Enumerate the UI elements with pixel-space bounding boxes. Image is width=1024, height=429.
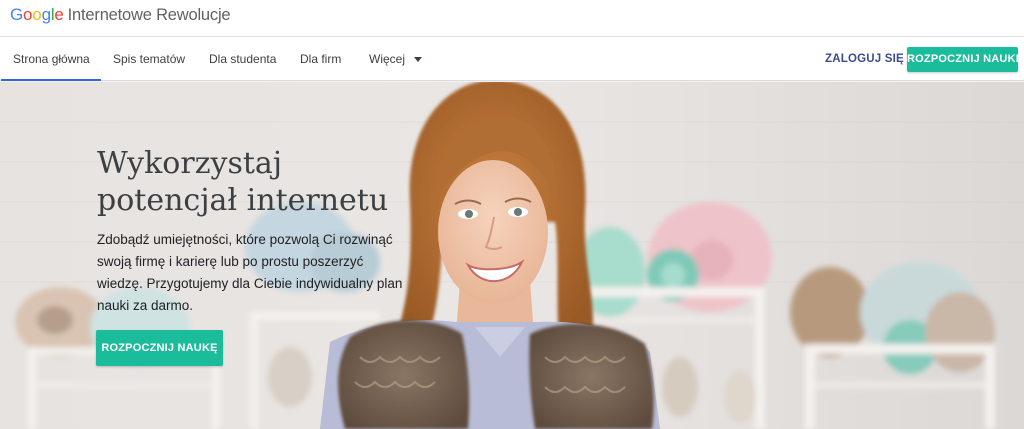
chevron-down-icon [414,57,423,62]
logo-letter: g [41,5,51,24]
login-link[interactable]: ZALOGUJ SIĘ [825,38,904,81]
site-logo[interactable]: Google Internetowe Rewolucje [10,5,231,25]
nav-more-label: Więcej [369,52,406,66]
start-learning-button-hero[interactable]: ROZPOCZNIJ NAUKĘ [96,330,223,366]
top-header: Google Internetowe Rewolucje [0,0,1024,37]
logo-letter: e [54,5,64,24]
nav-item-students[interactable]: Dla studenta [209,38,276,81]
hero-title: Wykorzystaj potencjał internetu [97,146,389,218]
nav-item-home[interactable]: Strona główna [1,38,101,81]
logo-letter: G [10,5,24,24]
google-wordmark: Google [10,5,64,25]
logo-letter: o [23,5,33,24]
hero-banner: Wykorzystaj potencjał internetu Zdobądź … [0,82,1024,429]
product-name: Internetowe Rewolucje [67,6,231,24]
nav-item-topics[interactable]: Spis tematów [113,38,185,81]
nav-item-more[interactable]: Więcej [369,38,423,81]
main-navigation: Strona główna Spis tematów Dla studenta … [0,38,1024,81]
logo-letter: o [32,5,42,24]
start-learning-button-header[interactable]: ROZPOCZNIJ NAUKĘ [907,47,1023,72]
nav-item-business[interactable]: Dla firm [300,38,341,81]
hero-description: Zdobądź umiejętności, które pozwolą Ci r… [97,232,403,313]
